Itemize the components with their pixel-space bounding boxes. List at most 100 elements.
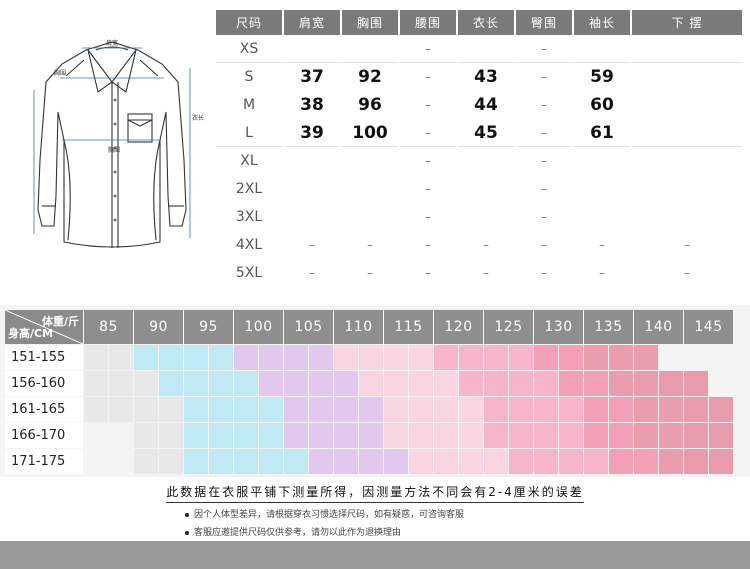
size-row: S 37 92 – 43 – 59 bbox=[216, 63, 742, 91]
grid-cell bbox=[609, 397, 633, 422]
size-cell: – bbox=[367, 266, 373, 280]
header-waist: 腰围 bbox=[400, 10, 456, 35]
label-shoulder: 肩宽 bbox=[106, 39, 118, 47]
grid-cell bbox=[434, 449, 458, 474]
size-label: L bbox=[216, 119, 282, 147]
height-label: 161-165 bbox=[5, 397, 83, 422]
measurement-note: 此数据在衣服平铺下测量所得，因测量方法不同会有2-4厘米的误差 bbox=[166, 483, 584, 503]
grid-cell bbox=[634, 397, 658, 422]
size-cell bbox=[574, 175, 630, 203]
size-table-header: 尺码 肩宽 胸围 腰围 衣长 臀围 袖长 下 摆 bbox=[216, 10, 742, 35]
size-cell: – bbox=[425, 266, 431, 280]
grid-cell bbox=[259, 345, 283, 370]
header-length: 衣长 bbox=[458, 10, 514, 35]
size-cell bbox=[574, 35, 630, 63]
grid-cell bbox=[334, 397, 358, 422]
grid-cell bbox=[359, 345, 383, 370]
size-cell: – bbox=[400, 119, 456, 147]
size-cell: – bbox=[483, 238, 489, 252]
size-cell bbox=[574, 203, 630, 231]
grid-cell bbox=[359, 371, 383, 396]
height-label: 151-155 bbox=[5, 345, 83, 370]
size-row: L 39 100–45–61 bbox=[216, 119, 742, 147]
grid-cell bbox=[309, 423, 333, 448]
size-cell: – bbox=[541, 154, 547, 168]
bullet-icon bbox=[185, 530, 189, 535]
grid-cell bbox=[259, 397, 283, 422]
grid-cell bbox=[234, 345, 258, 370]
grid-cell bbox=[559, 345, 583, 370]
grid-cell bbox=[359, 397, 383, 422]
size-cell bbox=[342, 147, 398, 175]
size-cell: – bbox=[425, 70, 431, 84]
grid-cell bbox=[459, 423, 483, 448]
height-label: 156-160 bbox=[5, 371, 83, 396]
size-cell: – bbox=[541, 266, 547, 280]
grid-cell bbox=[709, 449, 733, 474]
grid-cell bbox=[659, 371, 683, 396]
label-bust: 胸围 bbox=[108, 146, 120, 154]
grid-cell bbox=[409, 345, 433, 370]
grid-cell bbox=[109, 449, 133, 474]
grid-cell bbox=[709, 345, 733, 370]
grid-cell bbox=[534, 397, 558, 422]
grid-cell bbox=[184, 397, 208, 422]
grid-cell bbox=[184, 345, 208, 370]
size-label: S bbox=[244, 69, 254, 85]
grid-cell bbox=[309, 345, 333, 370]
grid-cell bbox=[634, 449, 658, 474]
size-cell bbox=[632, 147, 742, 175]
size-cell: 45 bbox=[458, 119, 514, 147]
grid-cell bbox=[84, 397, 108, 422]
grid-cell bbox=[134, 423, 158, 448]
grid-cell bbox=[534, 371, 558, 396]
grid-cell bbox=[534, 449, 558, 474]
weight-height-chart: 体重/斤 身高/CM 85 90 95 100 105 110 115 120 125 130 13… bbox=[0, 305, 750, 477]
size-cell: 92 bbox=[358, 67, 382, 87]
size-cell: – bbox=[516, 35, 572, 63]
grid-cell bbox=[234, 371, 258, 396]
grid-cell bbox=[484, 345, 508, 370]
size-row: M 38 96 – 44 – 60 bbox=[216, 91, 742, 119]
grid-cell bbox=[334, 449, 358, 474]
grid-cell bbox=[109, 423, 133, 448]
header-shoulder: 肩宽 bbox=[284, 10, 340, 35]
grid-cell bbox=[259, 449, 283, 474]
grid-cell bbox=[184, 423, 208, 448]
grid-cell bbox=[84, 423, 108, 448]
grid-cell bbox=[634, 423, 658, 448]
grid-cell bbox=[384, 423, 408, 448]
size-row: 2XL – – bbox=[216, 175, 742, 203]
header-hip: 臀围 bbox=[516, 10, 572, 35]
footer-bar bbox=[0, 541, 750, 569]
size-cell: – bbox=[541, 98, 547, 112]
grid-body: 151-155 156-160 161-165 166-170 171-175 bbox=[5, 345, 733, 474]
size-cell: 60 bbox=[590, 95, 614, 115]
grid-cell bbox=[509, 397, 533, 422]
grid-cell bbox=[384, 345, 408, 370]
size-cell: – bbox=[541, 210, 547, 224]
grid-cell bbox=[484, 423, 508, 448]
grid-cell bbox=[384, 397, 408, 422]
weight-column-header: 115 bbox=[384, 310, 433, 344]
grid-cell bbox=[309, 371, 333, 396]
grid-cell bbox=[109, 397, 133, 422]
grid-cell bbox=[184, 449, 208, 474]
grid-cell bbox=[634, 345, 658, 370]
grid-cell bbox=[84, 449, 108, 474]
grid-cell bbox=[159, 423, 183, 448]
grid-cell bbox=[659, 449, 683, 474]
weight-column-header: 105 bbox=[284, 310, 333, 344]
grid-cell bbox=[384, 449, 408, 474]
size-cell: – bbox=[425, 182, 431, 196]
size-cell: – bbox=[309, 238, 315, 252]
grid-cell bbox=[334, 371, 358, 396]
grid-cell bbox=[109, 345, 133, 370]
size-cell: – bbox=[483, 266, 489, 280]
height-axis-label: 身高/CM bbox=[8, 327, 54, 340]
size-label: 2XL bbox=[235, 181, 263, 197]
grid-cell bbox=[409, 397, 433, 422]
grid-cell bbox=[234, 397, 258, 422]
grid-cell bbox=[534, 423, 558, 448]
grid-cell bbox=[409, 449, 433, 474]
